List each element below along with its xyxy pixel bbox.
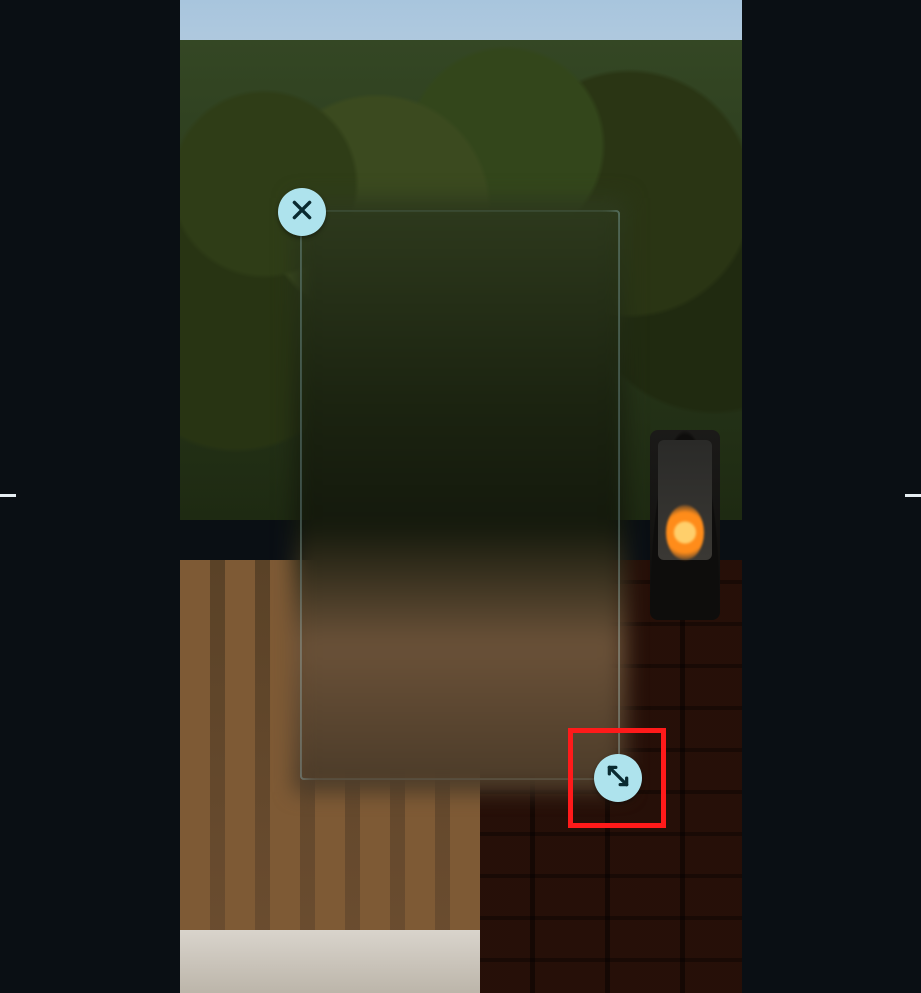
photo-stage — [180, 0, 742, 993]
close-selection-button[interactable] — [278, 188, 326, 236]
right-edge-tick — [905, 494, 921, 497]
resize-selection-handle[interactable] — [594, 754, 642, 802]
left-edge-tick — [0, 494, 16, 497]
close-icon — [289, 197, 315, 228]
background-fence — [180, 560, 480, 993]
background-lantern-glow — [666, 505, 704, 560]
background-ground — [180, 930, 480, 993]
resize-diagonal-icon — [605, 763, 631, 794]
